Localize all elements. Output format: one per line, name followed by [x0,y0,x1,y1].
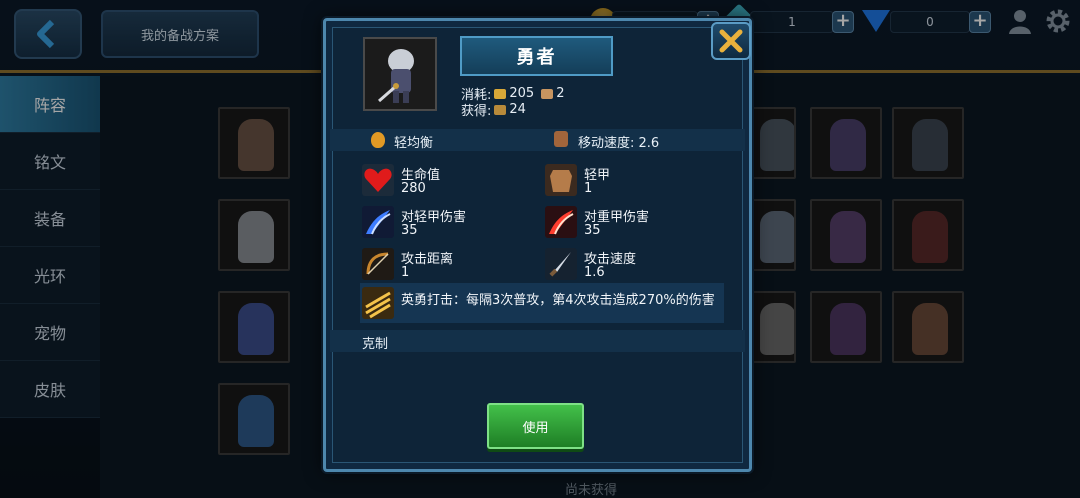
close-icon [719,29,743,53]
move-speed: 移动速度: 2.6 [578,136,660,151]
stat-range-value: 1 [401,265,410,280]
stat-atkspeed-value: 1.6 [584,265,605,280]
use-button[interactable]: 使用 [487,403,584,449]
weight-icon [371,132,385,148]
bow-icon [362,248,394,280]
gain-value: 24 [509,102,526,117]
reward-icon [494,104,507,115]
red-slash-icon [545,206,577,238]
gain-label: 获得: [461,104,492,119]
counter-band [330,330,745,352]
hero-portrait [363,37,437,111]
stat-heavy-dmg-value: 35 [584,223,601,238]
boot-icon [554,131,568,147]
stat-armor-value: 1 [584,181,593,196]
hero-name-banner: 勇者 [460,36,613,76]
population-icon [541,88,554,99]
skill-description: 英勇打击：每隔3次普攻，第4次攻击造成270%的伤害 [401,293,715,308]
counter-label: 克制 [362,337,389,352]
blue-slash-icon [362,206,394,238]
cost-population: 2 [556,86,565,101]
light-armor-icon [545,164,577,196]
stat-hp-value: 280 [401,181,426,196]
gain-row: 获得: 24 [461,100,526,119]
heart-icon [362,164,394,196]
gold-icon [494,88,507,99]
trait-label: 轻均衡 [394,136,434,151]
skill-strike-icon [362,287,394,319]
close-button[interactable] [711,22,751,60]
cost-gold: 205 [509,86,535,101]
trait-band [330,129,745,151]
hero-sprite [378,49,414,103]
stat-light-dmg-value: 35 [401,223,418,238]
dagger-icon [545,248,577,280]
